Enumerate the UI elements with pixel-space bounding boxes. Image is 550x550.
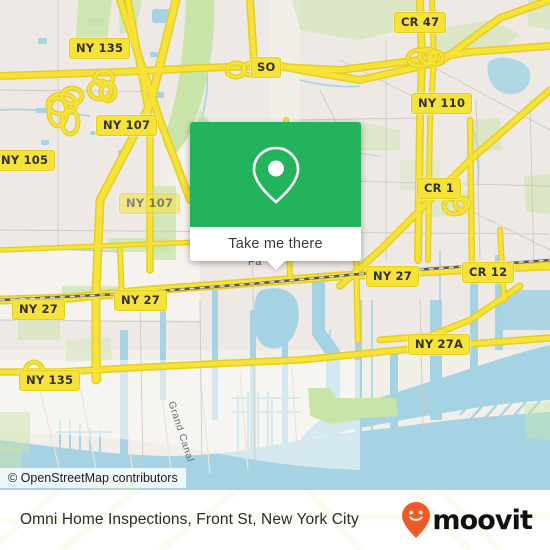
road-shield-ny27a: NY 27A xyxy=(408,334,471,355)
popup-pointer-tail xyxy=(265,260,286,270)
road-shield-ny27-east: NY 27 xyxy=(366,266,419,287)
footer-bar: Omni Home Inspections, Front St, New Yor… xyxy=(0,490,550,550)
map-pin-icon xyxy=(252,146,299,204)
road-shield-ny135-south: NY 135 xyxy=(19,370,81,391)
road-shield-cr1: CR 1 xyxy=(417,178,462,199)
take-me-there-button[interactable]: Take me there xyxy=(190,227,361,261)
location-popup-card[interactable]: Take me there xyxy=(190,122,361,270)
moovit-logo[interactable]: moovit xyxy=(401,501,533,539)
road-shield-cr47: CR 47 xyxy=(394,12,447,33)
road-shield-ny107-lower: NY 107 xyxy=(119,193,181,214)
road-shield-ny105: NY 105 xyxy=(0,150,56,171)
moovit-smiley-pin-icon xyxy=(402,502,431,538)
road-shield-ny107-upper: NY 107 xyxy=(96,115,158,136)
page-title: Omni Home Inspections, Front St, New Yor… xyxy=(20,511,359,528)
map-canvas[interactable]: NY 135 SO CR 47 NY 110 NY 107 NY 105 CR … xyxy=(0,0,550,490)
road-shield-ny27-west: NY 27 xyxy=(12,299,65,320)
popup-header xyxy=(190,122,361,227)
map-screenshot: NY 135 SO CR 47 NY 110 NY 107 NY 105 CR … xyxy=(0,0,550,550)
road-shield-ny135-north: NY 135 xyxy=(69,38,131,59)
road-shield-ny110: NY 110 xyxy=(411,93,473,114)
road-shield-ny27-mid: NY 27 xyxy=(114,290,167,311)
attribution-text: © OpenStreetMap contributors xyxy=(8,471,178,485)
road-shield-cr12: CR 12 xyxy=(462,262,515,283)
road-shield-so: SO xyxy=(251,57,282,78)
map-attribution[interactable]: © OpenStreetMap contributors xyxy=(0,468,186,488)
moovit-wordmark: moovit xyxy=(432,504,533,536)
take-me-there-label: Take me there xyxy=(228,236,323,252)
